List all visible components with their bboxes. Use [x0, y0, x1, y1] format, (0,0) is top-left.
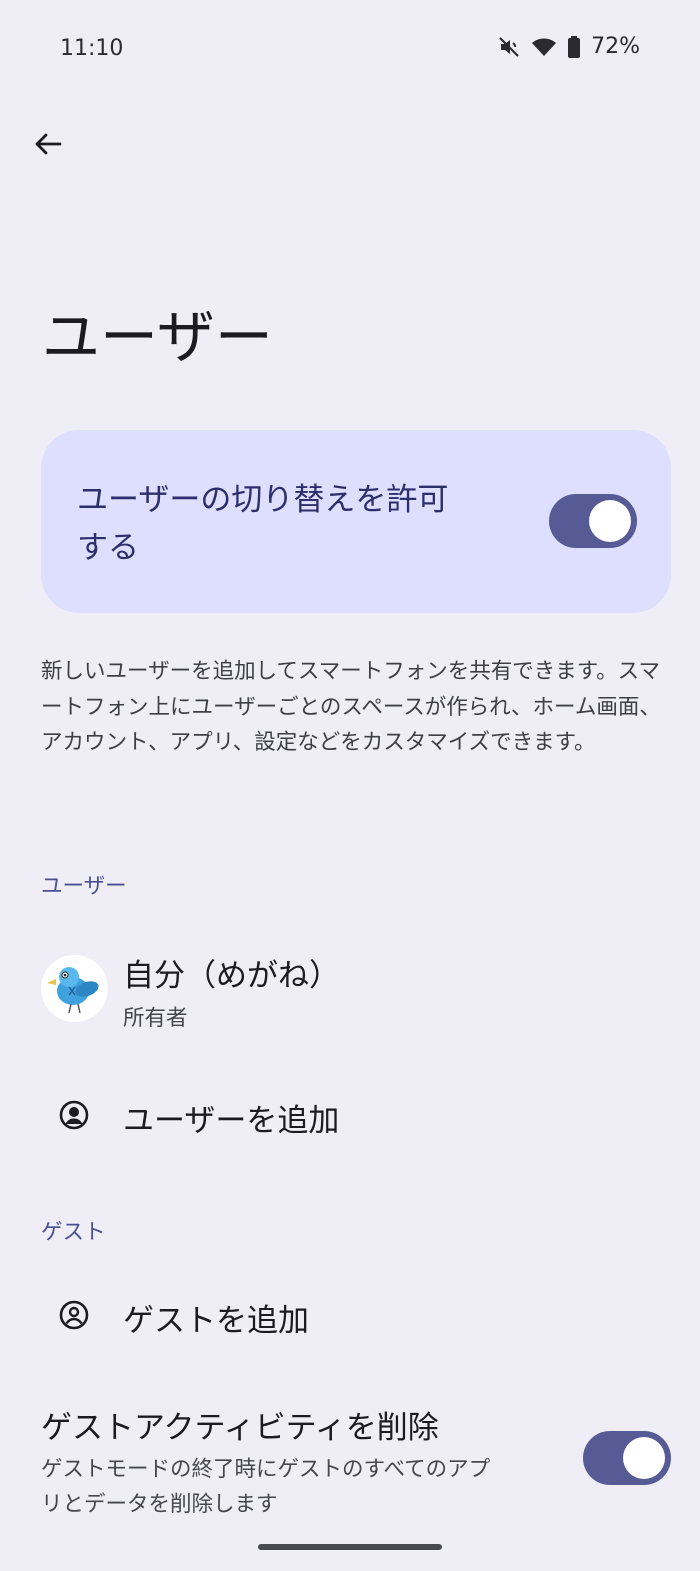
delete-guest-activity-title: ゲストアクティビティを削除 [41, 1410, 439, 1446]
current-user-role: 所有者 [123, 1006, 188, 1031]
allow-user-switching-label: ユーザーの切り替えを許可する [77, 482, 449, 566]
page-title: ユーザー [42, 303, 273, 371]
status-bar: 11:10 72% [0, 0, 700, 100]
section-header-users: ユーザー [41, 874, 127, 899]
back-button[interactable] [26, 124, 70, 168]
users-description: 新しいユーザーを追加してスマートフォンを共有できます。スマートフォン上にユーザー… [41, 659, 661, 755]
back-arrow-icon [32, 128, 64, 164]
delete-guest-activity-subtitle: ゲストモードの終了時にゲストのすべてのアプリとデータを削除します [41, 1457, 491, 1517]
add-user-label: ユーザーを追加 [123, 1103, 340, 1139]
status-icons: 72% [497, 34, 640, 59]
bird-avatar-icon [41, 955, 108, 1022]
allow-user-switching-toggle[interactable] [549, 494, 637, 548]
toggle-knob [623, 1437, 665, 1479]
wifi-icon [531, 35, 557, 59]
guest-account-icon [58, 1299, 90, 1331]
status-time: 11:10 [60, 36, 124, 61]
gesture-navigation-bar[interactable] [258, 1544, 442, 1550]
delete-guest-activity-toggle[interactable] [583, 1431, 671, 1485]
section-header-guest: ゲスト [41, 1220, 106, 1245]
account-circle-icon [58, 1099, 90, 1131]
toggle-knob [589, 500, 631, 542]
battery-percent: 72% [591, 34, 640, 59]
add-guest-label: ゲストを追加 [123, 1303, 309, 1339]
battery-icon [567, 35, 581, 59]
user-avatar [41, 955, 108, 1022]
mute-icon [497, 35, 521, 59]
current-user-name: 自分（めがね） [123, 958, 340, 994]
allow-user-switching-card[interactable]: ユーザーの切り替えを許可する [41, 430, 671, 613]
